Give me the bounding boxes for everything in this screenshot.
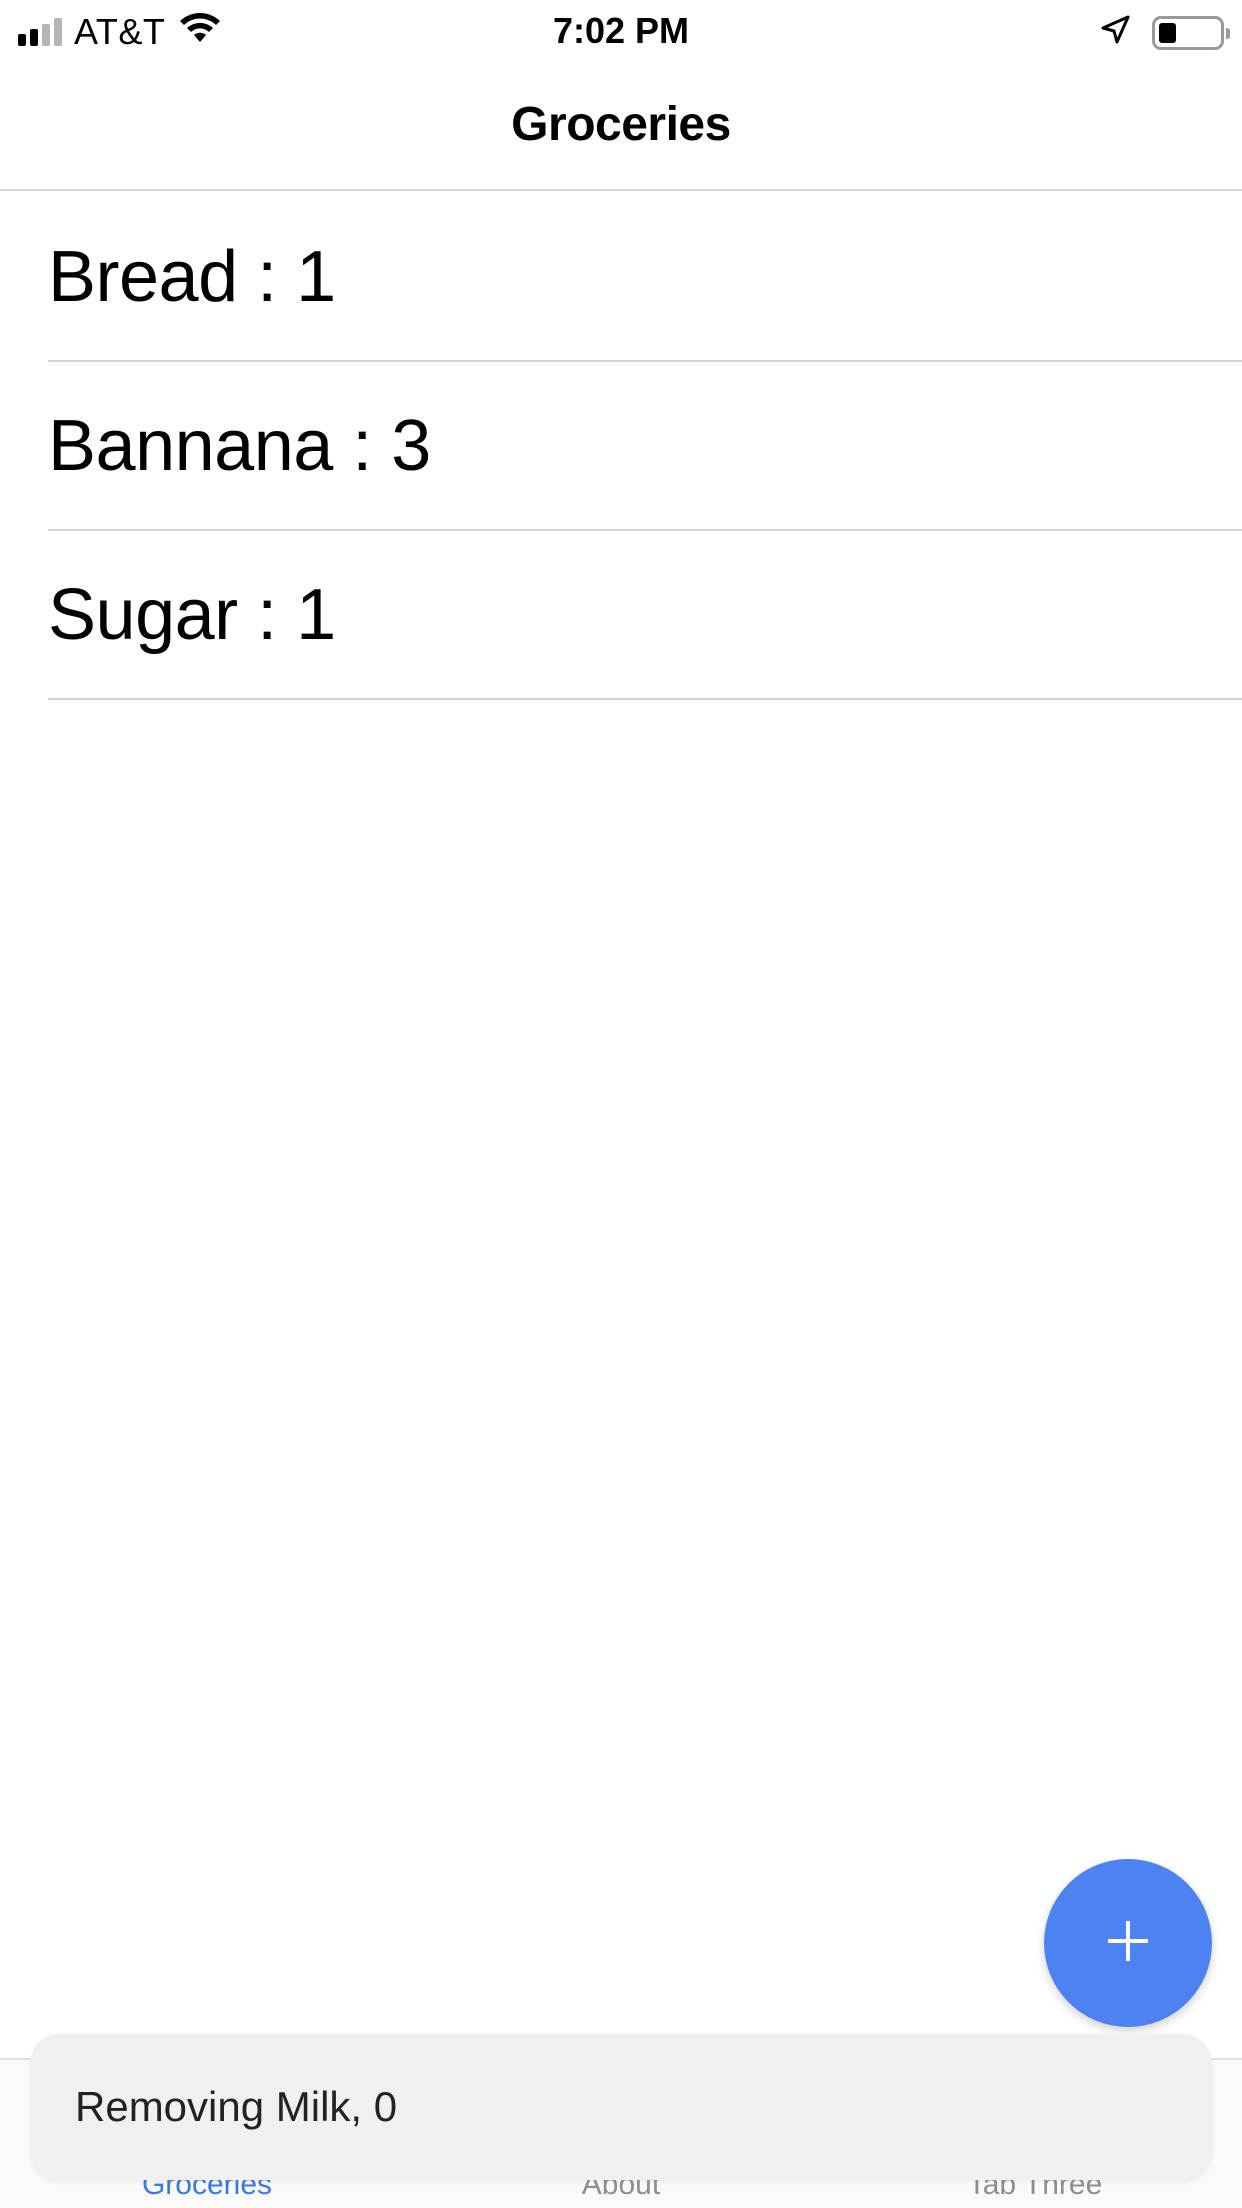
grocery-list: Bread : 1 Bannana : 3 Sugar : 1 bbox=[0, 193, 1242, 700]
status-time: 7:02 PM bbox=[552, 10, 690, 51]
toast-text: Removing Milk, 0 bbox=[75, 2083, 398, 2130]
list-item[interactable]: Sugar : 1 bbox=[48, 531, 1242, 700]
list-item-label: Sugar : 1 bbox=[48, 574, 336, 655]
status-bar: AT&T 7:02 PM bbox=[0, 0, 1242, 60]
list-item-label: Bread : 1 bbox=[48, 236, 336, 317]
status-right bbox=[1100, 12, 1230, 54]
list-item[interactable]: Bannana : 3 bbox=[48, 362, 1242, 531]
list-item-label: Bannana : 3 bbox=[48, 405, 431, 486]
app-screen: AT&T 7:02 PM Groceries Bread: 1 Bannana… bbox=[0, 0, 1242, 2208]
page-title: Groceries bbox=[511, 98, 731, 151]
list-item[interactable]: Bread : 1 bbox=[48, 193, 1242, 362]
toast-message: Removing Milk, 0 bbox=[30, 2034, 1212, 2180]
navigation-bar: Groceries bbox=[0, 60, 1242, 191]
battery-level bbox=[1159, 23, 1176, 43]
battery-icon bbox=[1152, 16, 1230, 50]
add-item-button[interactable] bbox=[1044, 1859, 1212, 2027]
plus-icon bbox=[1104, 1917, 1152, 1970]
location-arrow-icon bbox=[1100, 12, 1130, 54]
